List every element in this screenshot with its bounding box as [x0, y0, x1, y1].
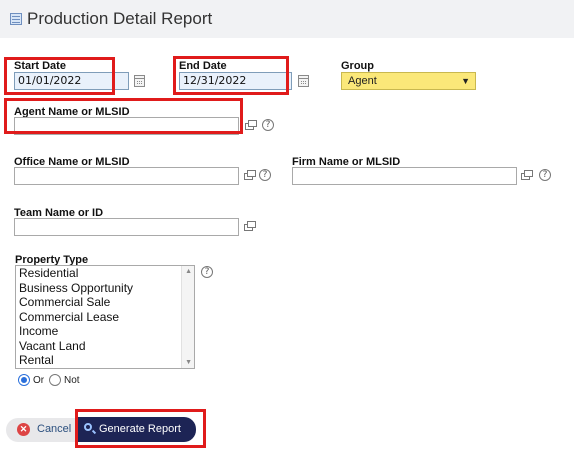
search-icon — [84, 423, 92, 431]
property-type-list[interactable]: Residential Business Opportunity Commerc… — [15, 265, 195, 369]
scroll-down-icon[interactable]: ▼ — [185, 359, 192, 366]
calendar-icon[interactable] — [134, 75, 145, 87]
property-type-option[interactable]: Commercial Sale — [16, 295, 194, 310]
start-date-input[interactable]: 01/01/2022 — [14, 72, 129, 90]
generate-report-label: Generate Report — [99, 423, 181, 435]
group-label: Group — [341, 60, 374, 72]
close-icon: ✕ — [17, 423, 30, 436]
lookup-icon[interactable] — [244, 170, 256, 181]
not-label: Not — [64, 375, 80, 386]
property-type-option[interactable]: Vacant Land — [16, 339, 194, 354]
agent-input[interactable] — [14, 117, 239, 135]
start-date-label: Start Date — [14, 60, 66, 72]
firm-input[interactable] — [292, 167, 517, 185]
chevron-down-icon: ▼ — [461, 76, 470, 86]
property-type-option[interactable]: Rental — [16, 353, 194, 368]
report-icon — [10, 13, 22, 25]
page-title: Production Detail Report — [27, 9, 213, 28]
not-radio[interactable] — [49, 374, 61, 386]
scrollbar[interactable]: ▲ ▼ — [181, 266, 194, 368]
property-type-option[interactable]: Income — [16, 324, 194, 339]
help-icon[interactable]: ? — [262, 119, 274, 131]
calendar-icon[interactable] — [298, 75, 309, 87]
cancel-button[interactable]: ✕ Cancel — [6, 418, 76, 442]
end-date-input[interactable]: 12/31/2022 — [179, 72, 292, 90]
help-icon[interactable]: ? — [259, 169, 271, 181]
lookup-icon[interactable] — [245, 120, 257, 131]
page-header: Production Detail Report — [0, 0, 574, 38]
help-icon[interactable]: ? — [539, 169, 551, 181]
team-input[interactable] — [14, 218, 239, 236]
scroll-up-icon[interactable]: ▲ — [185, 268, 192, 275]
group-select-value: Agent — [348, 75, 377, 87]
property-type-option[interactable]: Business Opportunity — [16, 281, 194, 296]
property-type-option[interactable]: Commercial Lease — [16, 310, 194, 325]
or-label: Or — [33, 375, 45, 386]
lookup-icon[interactable] — [244, 221, 256, 232]
office-input[interactable] — [14, 167, 239, 185]
help-icon[interactable]: ? — [201, 266, 213, 278]
cancel-label: Cancel — [37, 423, 72, 435]
end-date-label: End Date — [179, 60, 227, 72]
lookup-icon[interactable] — [521, 170, 533, 181]
group-select[interactable]: Agent ▼ — [341, 72, 476, 90]
generate-report-button[interactable]: Generate Report — [76, 417, 196, 442]
property-type-option[interactable]: Residential — [16, 266, 194, 281]
or-radio[interactable] — [18, 374, 30, 386]
